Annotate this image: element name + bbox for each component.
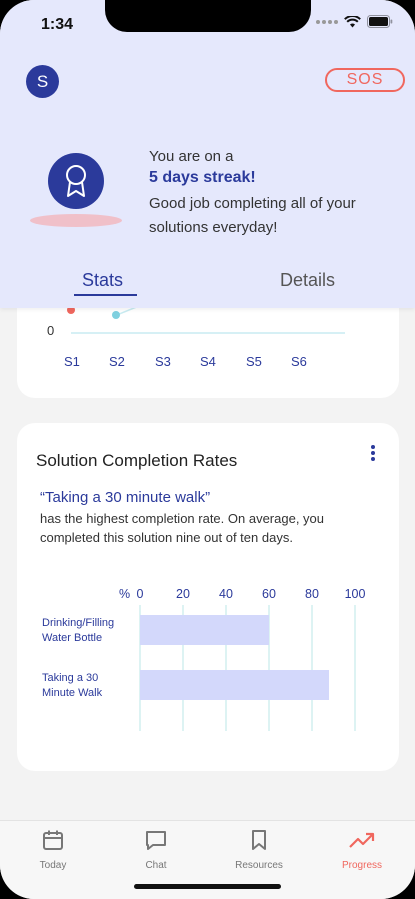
x-tick-label: 100 [344, 587, 366, 601]
bar [140, 670, 330, 700]
x-axis-label: S3 [155, 354, 171, 369]
x-tick-label: 0 [136, 587, 144, 601]
grid-line [354, 605, 356, 731]
award-shadow [30, 214, 122, 227]
grid-line [311, 605, 313, 731]
streak-count: 5 days streak! [149, 169, 256, 186]
bookmark-icon [252, 830, 266, 850]
avatar[interactable]: S [26, 65, 59, 98]
top-solution-name: “Taking a 30 minute walk” [40, 489, 211, 506]
sos-button[interactable]: SOS [325, 68, 405, 92]
bar [140, 615, 269, 645]
x-tick-label: 60 [262, 587, 276, 601]
bar-category-label: Drinking/Filling Water Bottle [42, 617, 115, 644]
tab-resources[interactable]: Resources [219, 827, 299, 871]
calendar-icon [43, 830, 63, 850]
battery-icon [367, 15, 393, 28]
x-axis-label: S1 [64, 354, 80, 369]
bar-category-label: Taking a 30 Minute Walk [42, 672, 103, 699]
y-axis-label: 0 [47, 323, 55, 338]
tab-label: Today [39, 860, 67, 871]
x-tick-label: 40 [219, 587, 233, 601]
chat-bubble-icon [146, 831, 166, 850]
status-icons [316, 15, 393, 28]
x-axis-label: S4 [200, 354, 216, 369]
data-point [112, 311, 120, 319]
streak-message: Good job completing all of your solution… [149, 195, 356, 236]
signal-icon [316, 19, 338, 24]
header: 1:34 S SOS You are on a 5 days streak! G… [0, 0, 415, 308]
card-title: Solution Completion Rates [36, 451, 238, 470]
completion-rates-card: Solution Completion Rates “Taking a 30 m… [17, 423, 399, 771]
home-indicator [134, 884, 281, 889]
tab-today[interactable]: Today [13, 827, 93, 871]
x-tick-label: 20 [176, 587, 190, 601]
wifi-icon [344, 15, 361, 27]
tab-progress[interactable]: Progress [322, 827, 402, 871]
x-axis-label: S5 [246, 354, 262, 369]
phone-screen: 1:34 S SOS You are on a 5 days streak! G… [0, 0, 415, 899]
x-axis-label: S6 [291, 354, 307, 369]
tab-label: Progress [341, 860, 382, 871]
active-tab-indicator [74, 294, 137, 296]
x-axis-label: S2 [109, 354, 125, 369]
tab-details[interactable]: Details [280, 270, 335, 291]
tab-stats[interactable]: Stats [82, 270, 123, 291]
more-options-icon[interactable] [369, 445, 377, 465]
x-axis-unit: % [119, 587, 131, 601]
ribbon-medal-icon [66, 165, 86, 197]
tab-chat[interactable]: Chat [116, 827, 196, 871]
tab-label: Resources [235, 860, 283, 871]
notch [105, 0, 311, 32]
trending-up-icon [349, 832, 375, 848]
completion-bar-chart: % 0 20 40 60 80 100 Drinking/Filling Water Bot… [17, 583, 399, 743]
status-time: 1:34 [41, 16, 74, 33]
streak-intro: You are on a [149, 148, 234, 165]
award-badge-icon [48, 153, 104, 209]
completion-description: has the highest completion rate. On aver… [40, 511, 325, 545]
tab-label: Chat [145, 860, 167, 871]
x-tick-label: 80 [305, 587, 319, 601]
